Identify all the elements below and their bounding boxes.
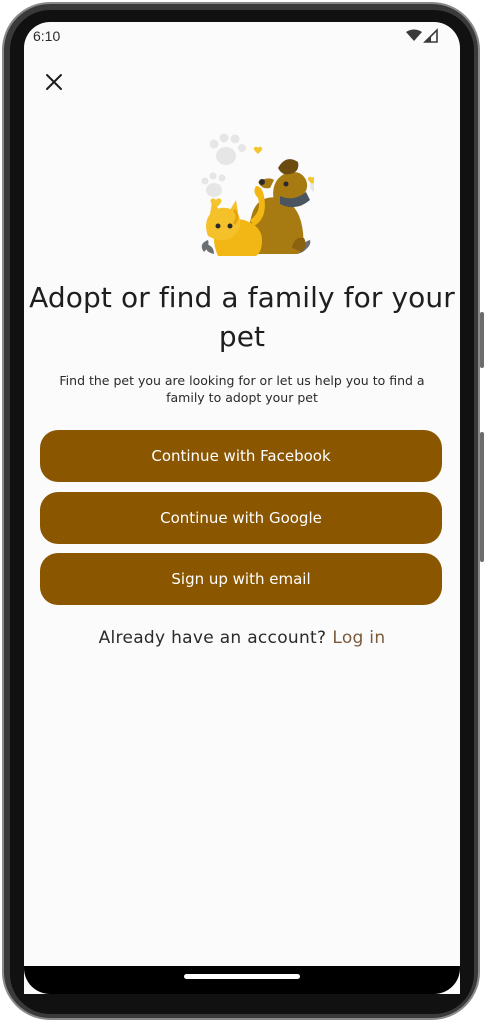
sign-up-with-email-button[interactable]: Sign up with email bbox=[40, 553, 442, 605]
wifi-icon bbox=[406, 29, 422, 41]
status-icons bbox=[402, 28, 442, 44]
continue-with-facebook-button[interactable]: Continue with Facebook bbox=[40, 430, 442, 482]
close-button[interactable] bbox=[42, 70, 66, 94]
login-row: Already have an account? Log in bbox=[24, 628, 460, 648]
navigation-bar bbox=[24, 966, 460, 994]
app-screen: 6:10 Adopt or find a family for your pet… bbox=[24, 22, 460, 994]
home-indicator[interactable] bbox=[184, 974, 300, 979]
continue-with-google-button[interactable]: Continue with Google bbox=[40, 492, 442, 544]
volume-button bbox=[480, 432, 484, 562]
log-in-link[interactable]: Log in bbox=[332, 628, 385, 648]
status-time: 6:10 bbox=[33, 28, 61, 44]
close-icon bbox=[46, 74, 62, 90]
page-subtitle: Find the pet you are looking for or let … bbox=[59, 373, 425, 405]
login-prompt: Already have an account? bbox=[98, 628, 327, 648]
page-title: Adopt or find a family for your pet bbox=[29, 281, 455, 353]
dog-and-cat-illustration bbox=[174, 126, 322, 260]
power-button bbox=[480, 312, 484, 368]
phone-device: 6:10 Adopt or find a family for your pet… bbox=[0, 0, 484, 1024]
signal-icon bbox=[423, 28, 438, 43]
status-bar: 6:10 bbox=[24, 22, 460, 50]
